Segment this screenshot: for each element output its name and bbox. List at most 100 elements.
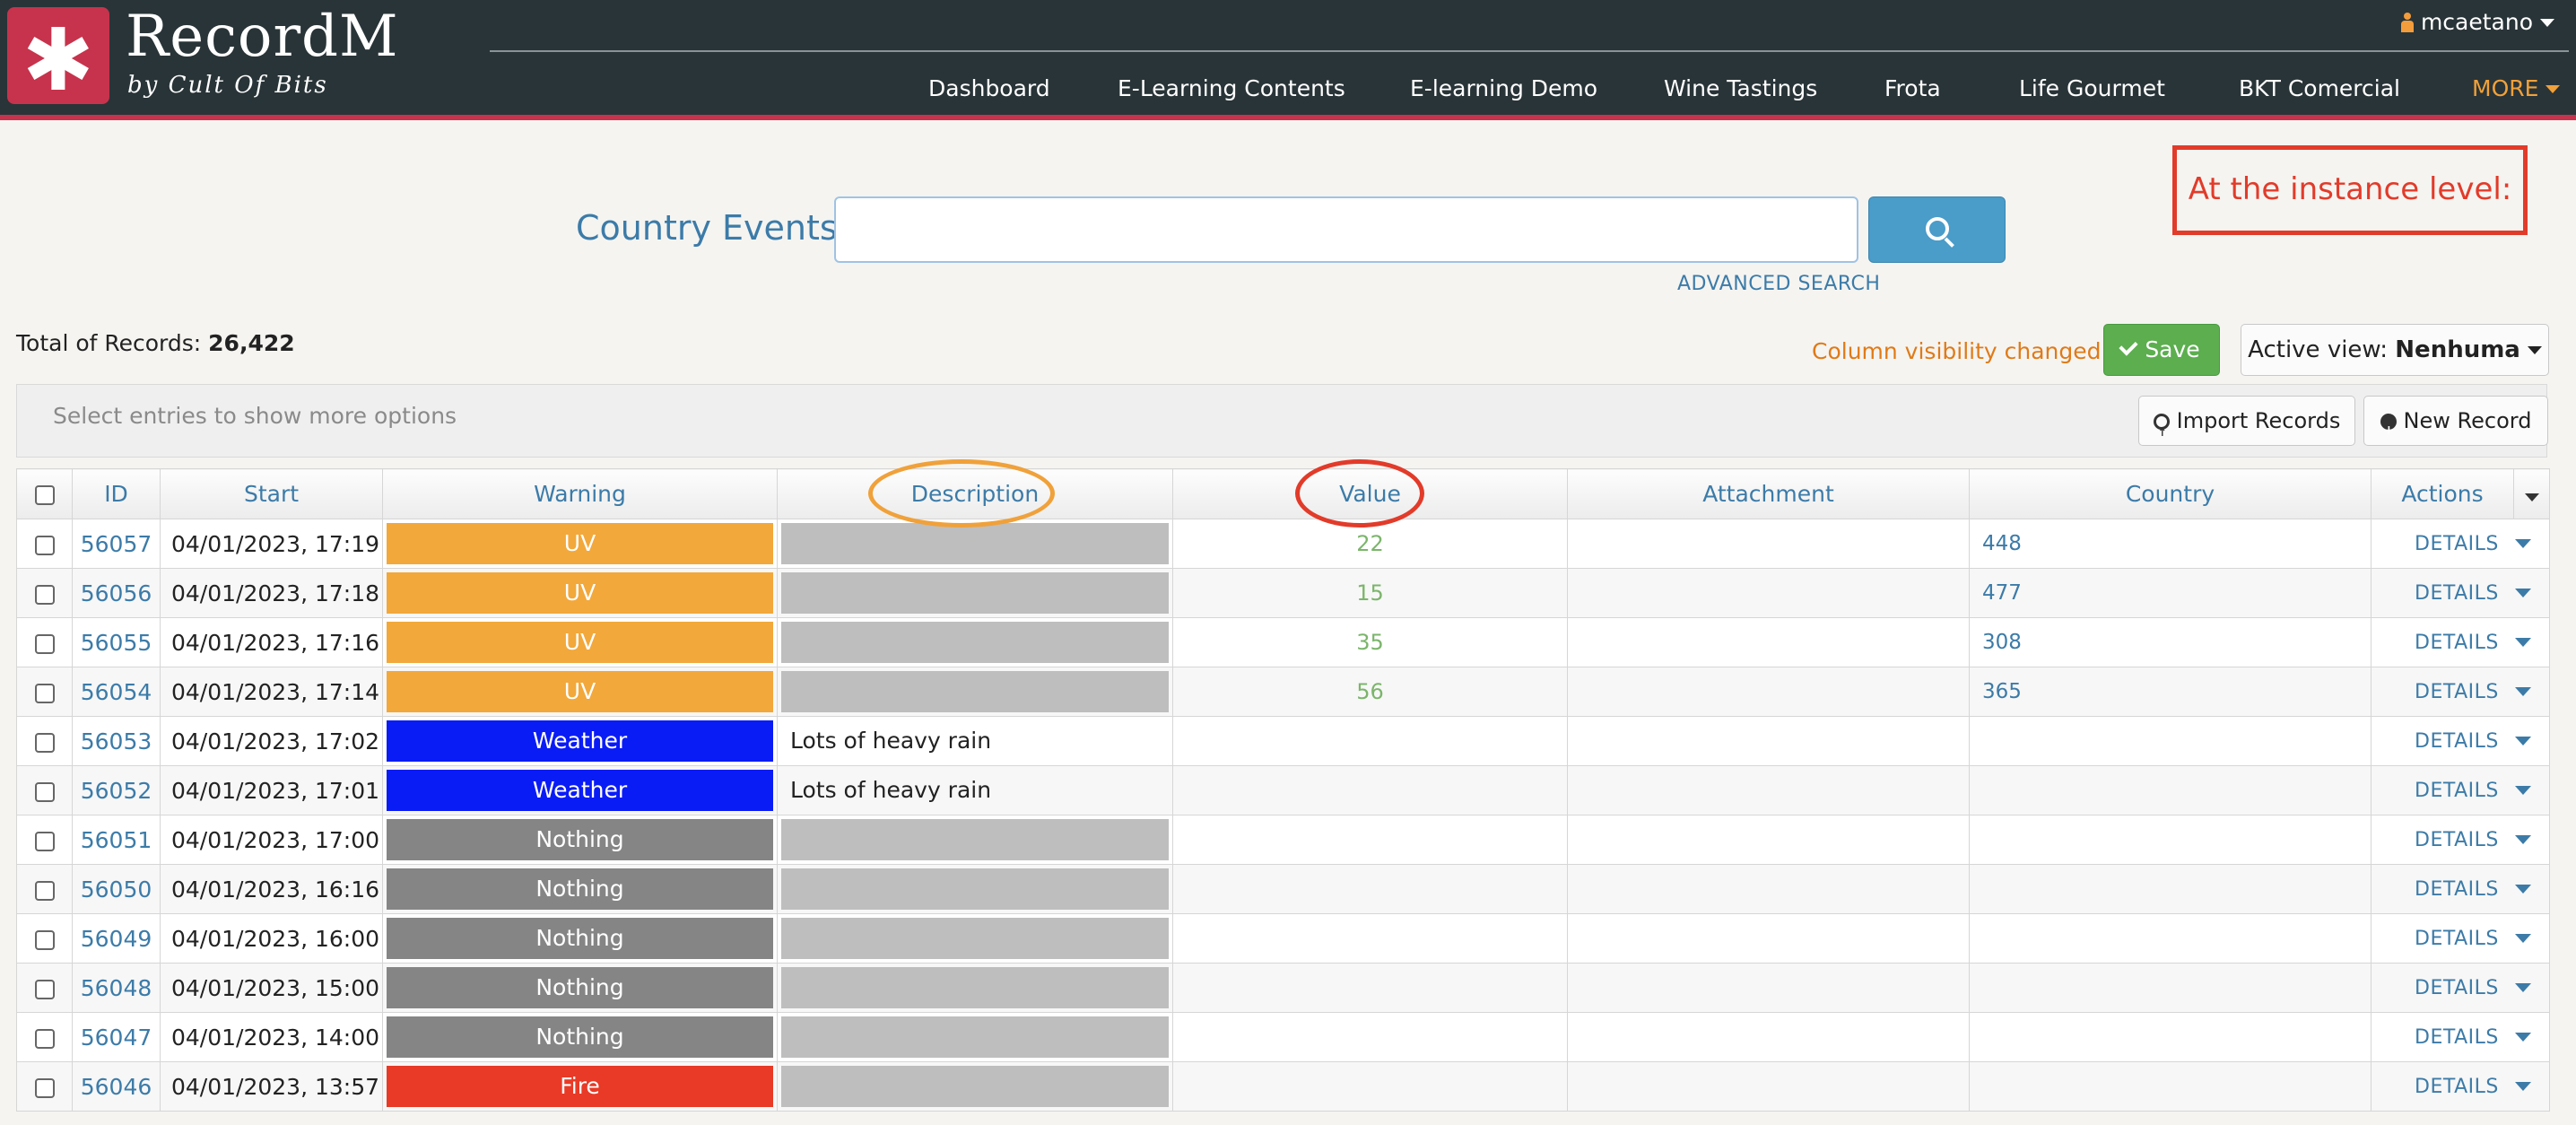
- table-row[interactable]: 56050 04/01/2023, 16:16 Nothing DETAILS: [16, 864, 2550, 914]
- search-input[interactable]: [834, 196, 1858, 263]
- details-dropdown[interactable]: DETAILS: [2371, 963, 2550, 1013]
- column-header-warning[interactable]: Warning: [382, 468, 778, 519]
- attachment-cell: [1567, 913, 1970, 964]
- row-checkbox[interactable]: [34, 880, 55, 901]
- country-link[interactable]: 477: [1969, 568, 2371, 618]
- description-empty: [781, 1066, 1169, 1107]
- select-all-checkbox[interactable]: [34, 485, 55, 505]
- details-dropdown[interactable]: DETAILS: [2371, 1012, 2550, 1062]
- user-menu[interactable]: mcaetano: [2400, 9, 2554, 35]
- table-row[interactable]: 56053 04/01/2023, 17:02 Weather Lots of hea…: [16, 716, 2550, 766]
- selection-toolbar: Select entries to show more options Impo…: [16, 384, 2548, 458]
- row-checkbox[interactable]: [34, 732, 55, 753]
- table-row[interactable]: 56057 04/01/2023, 17:19 UV 22 448 DETAILS: [16, 519, 2550, 569]
- save-view-button[interactable]: Save: [2103, 324, 2220, 376]
- details-dropdown[interactable]: DETAILS: [2371, 765, 2550, 815]
- warning-cell: UV: [382, 617, 778, 667]
- details-dropdown[interactable]: DETAILS: [2371, 913, 2550, 964]
- row-checkbox[interactable]: [34, 781, 55, 802]
- country-link[interactable]: [1969, 1012, 2371, 1062]
- record-id-link[interactable]: 56051: [72, 815, 161, 865]
- row-checkbox[interactable]: [34, 831, 55, 851]
- country-link[interactable]: 308: [1969, 617, 2371, 667]
- nav-life-gourmet[interactable]: Life Gourmet: [2019, 75, 2165, 101]
- nav-wine-tastings[interactable]: Wine Tastings: [1664, 75, 1817, 101]
- row-checkbox[interactable]: [34, 584, 55, 605]
- row-checkbox[interactable]: [34, 979, 55, 999]
- details-dropdown[interactable]: DETAILS: [2371, 617, 2550, 667]
- chevron-down-icon: [2514, 588, 2531, 597]
- column-header-country[interactable]: Country: [1969, 468, 2371, 519]
- column-menu-button[interactable]: [2513, 468, 2550, 519]
- record-id-link[interactable]: 56054: [72, 667, 161, 717]
- column-header-attachment[interactable]: Attachment: [1567, 468, 1970, 519]
- details-dropdown[interactable]: DETAILS: [2371, 667, 2550, 717]
- country-link[interactable]: [1969, 765, 2371, 815]
- country-link[interactable]: 448: [1969, 519, 2371, 569]
- record-id-link[interactable]: 56053: [72, 716, 161, 766]
- country-link[interactable]: [1969, 1061, 2371, 1112]
- import-records-label: Import Records: [2176, 408, 2341, 433]
- details-dropdown[interactable]: DETAILS: [2371, 568, 2550, 618]
- record-id-link[interactable]: 56048: [72, 963, 161, 1013]
- nav-more[interactable]: MORE: [2472, 75, 2561, 101]
- record-id-link[interactable]: 56055: [72, 617, 161, 667]
- row-checkbox[interactable]: [34, 1028, 55, 1049]
- column-header-id[interactable]: ID: [72, 468, 161, 519]
- value-cell: [1172, 913, 1568, 964]
- table-row[interactable]: 56054 04/01/2023, 17:14 UV 56 365 DETAILS: [16, 667, 2550, 717]
- country-link[interactable]: [1969, 815, 2371, 865]
- active-view-dropdown[interactable]: Active view: Nenhuma: [2241, 324, 2549, 376]
- description-empty: [781, 622, 1169, 663]
- table-row[interactable]: 56055 04/01/2023, 17:16 UV 35 308 DETAILS: [16, 617, 2550, 667]
- row-checkbox[interactable]: [34, 683, 55, 703]
- country-link[interactable]: [1969, 913, 2371, 964]
- logo[interactable]: ✱: [7, 7, 109, 110]
- record-id-link[interactable]: 56052: [72, 765, 161, 815]
- details-dropdown[interactable]: DETAILS: [2371, 815, 2550, 865]
- table-row[interactable]: 56051 04/01/2023, 17:00 Nothing DETAILS: [16, 815, 2550, 865]
- column-header-value[interactable]: Value: [1172, 468, 1568, 519]
- nav-frota[interactable]: Frota: [1884, 75, 1941, 101]
- row-checkbox[interactable]: [34, 633, 55, 654]
- country-link[interactable]: [1969, 963, 2371, 1013]
- search-button[interactable]: [1868, 196, 2006, 263]
- advanced-search-link[interactable]: ADVANCED SEARCH: [1677, 273, 1880, 295]
- warning-cell: Weather: [382, 716, 778, 766]
- column-header-description[interactable]: Description: [777, 468, 1173, 519]
- details-label: DETAILS: [2415, 976, 2499, 999]
- record-id-link[interactable]: 56057: [72, 519, 161, 569]
- nav-dashboard[interactable]: Dashboard: [928, 75, 1050, 101]
- record-id-link[interactable]: 56056: [72, 568, 161, 618]
- nav-e-learning-demo[interactable]: E-learning Demo: [1410, 75, 1597, 101]
- import-records-button[interactable]: Import Records: [2138, 396, 2355, 457]
- nav-e-learning-contents[interactable]: E-Learning Contents: [1118, 75, 1345, 101]
- new-record-button[interactable]: New Record: [2363, 396, 2548, 455]
- record-id-link[interactable]: 56047: [72, 1012, 161, 1062]
- table-row[interactable]: 56049 04/01/2023, 16:00 Nothing DETAILS: [16, 913, 2550, 964]
- table-row[interactable]: 56046 04/01/2023, 13:57 Fire DETAILS: [16, 1061, 2550, 1112]
- row-checkbox[interactable]: [34, 535, 55, 555]
- column-header-start[interactable]: Start: [160, 468, 383, 519]
- details-dropdown[interactable]: DETAILS: [2371, 1061, 2550, 1112]
- record-id-link[interactable]: 56046: [72, 1061, 161, 1112]
- nav-bkt-comercial[interactable]: BKT Comercial: [2239, 75, 2400, 101]
- details-dropdown[interactable]: DETAILS: [2371, 519, 2550, 569]
- row-checkbox[interactable]: [34, 1077, 55, 1098]
- record-id-link[interactable]: 56050: [72, 864, 161, 914]
- row-checkbox[interactable]: [34, 929, 55, 950]
- chevron-down-icon: [2540, 19, 2554, 27]
- table-row[interactable]: 56047 04/01/2023, 14:00 Nothing DETAILS: [16, 1012, 2550, 1062]
- total-records-label: Total of Records:: [16, 330, 202, 356]
- details-dropdown[interactable]: DETAILS: [2371, 864, 2550, 914]
- value-cell: 15: [1172, 568, 1568, 618]
- warning-cell: Weather: [382, 765, 778, 815]
- country-link[interactable]: [1969, 864, 2371, 914]
- details-dropdown[interactable]: DETAILS: [2371, 716, 2550, 766]
- record-id-link[interactable]: 56049: [72, 913, 161, 964]
- country-link[interactable]: 365: [1969, 667, 2371, 717]
- country-link[interactable]: [1969, 716, 2371, 766]
- table-row[interactable]: 56048 04/01/2023, 15:00 Nothing DETAILS: [16, 963, 2550, 1013]
- table-row[interactable]: 56056 04/01/2023, 17:18 UV 15 477 DETAILS: [16, 568, 2550, 618]
- table-row[interactable]: 56052 04/01/2023, 17:01 Weather Lots of hea…: [16, 765, 2550, 815]
